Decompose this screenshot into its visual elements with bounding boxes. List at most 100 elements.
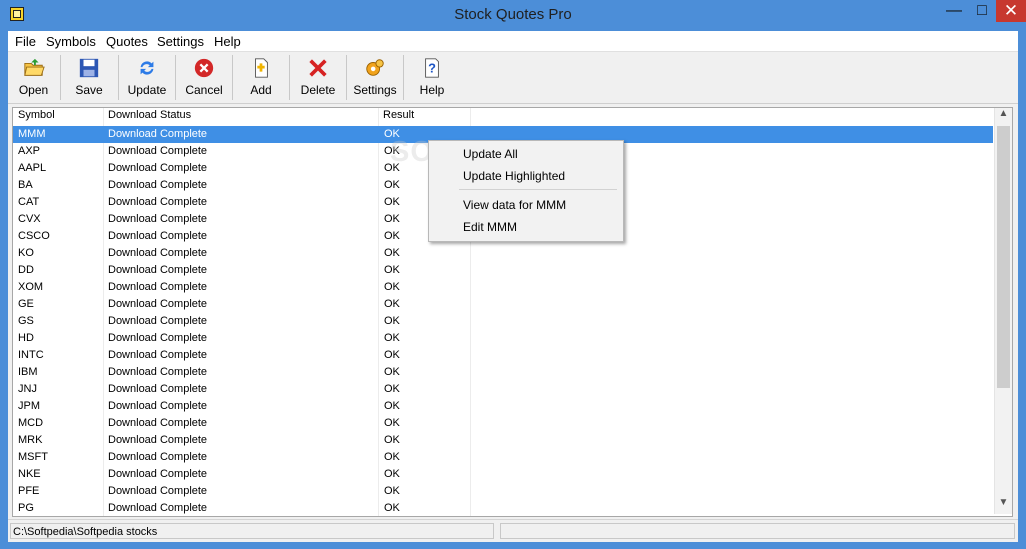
app-window: Stock Quotes Pro — □ ✕ File Symbols Quot… [0, 0, 1026, 549]
result-cell: OK [384, 400, 400, 412]
result-cell: OK [384, 485, 400, 497]
open-label: Open [18, 83, 49, 97]
table-row[interactable]: INTC Download Complete OK [13, 347, 993, 364]
table-row[interactable]: MSFT Download Complete OK [13, 449, 993, 466]
context-update-highlighted-label: Update Highlighted [463, 169, 566, 183]
context-edit-symbol-label: Edit MMM [463, 220, 517, 234]
status-cell: Download Complete [108, 179, 208, 191]
table-header: Symbol Download Status Result [13, 108, 471, 127]
minimize-button[interactable]: — [940, 0, 968, 22]
status-cell: Download Complete [108, 145, 208, 157]
symbol-cell: BA [18, 179, 33, 191]
cancel-icon [194, 58, 214, 78]
scroll-up-icon[interactable]: ▲ [995, 108, 1012, 125]
result-cell: OK [384, 264, 400, 276]
context-update-highlighted[interactable]: Update Highlighted [429, 165, 623, 187]
result-cell: OK [384, 349, 400, 361]
menu-settings[interactable]: Settings [157, 34, 204, 49]
table-row[interactable]: HD Download Complete OK [13, 330, 993, 347]
result-cell: OK [384, 366, 400, 378]
table-row[interactable]: JNJ Download Complete OK [13, 381, 993, 398]
client-area: File Symbols Quotes Settings Help Open S… [8, 31, 1018, 542]
symbol-cell: AAPL [18, 162, 47, 174]
settings-button[interactable]: Settings [347, 52, 403, 102]
result-cell: OK [384, 230, 400, 242]
symbol-cell: CAT [18, 196, 40, 208]
maximize-button[interactable]: □ [968, 0, 996, 22]
context-update-all-label: Update All [463, 147, 518, 161]
update-button[interactable]: Update [119, 52, 175, 102]
status-cell: Download Complete [108, 230, 208, 242]
result-cell: OK [384, 434, 400, 446]
symbol-cell: MRK [18, 434, 43, 446]
result-cell: OK [384, 247, 400, 259]
delete-icon [309, 59, 327, 77]
add-icon [255, 58, 268, 78]
symbol-cell: INTC [18, 349, 44, 361]
add-button[interactable]: Add [233, 52, 289, 102]
status-cell: Download Complete [108, 383, 208, 395]
table-row[interactable]: XOM Download Complete OK [13, 279, 993, 296]
context-update-all[interactable]: Update All [429, 143, 623, 165]
help-label: Help [419, 83, 445, 97]
result-cell: OK [384, 332, 400, 344]
table-row[interactable]: GS Download Complete OK [13, 313, 993, 330]
menu-symbols[interactable]: Symbols [46, 34, 96, 49]
save-button[interactable]: Save [61, 52, 117, 102]
gear-icon [366, 59, 384, 76]
svg-text:?: ? [428, 61, 436, 76]
symbol-cell: JPM [18, 400, 40, 412]
context-view-data[interactable]: View data for MMM [429, 194, 623, 216]
result-cell: OK [384, 315, 400, 327]
toolbar: Open Save Update Cancel Add Delete Setti… [8, 52, 1018, 104]
result-cell: OK [384, 383, 400, 395]
scroll-down-icon[interactable]: ▼ [995, 497, 1012, 514]
result-cell: OK [384, 281, 400, 293]
symbol-cell: PG [18, 502, 34, 514]
column-download-status[interactable]: Download Status [108, 109, 191, 125]
table-row[interactable]: NKE Download Complete OK [13, 466, 993, 483]
column-symbol[interactable]: Symbol [18, 109, 55, 125]
folder-open-icon [23, 58, 45, 76]
table-row[interactable]: IBM Download Complete OK [13, 364, 993, 381]
menu-quotes[interactable]: Quotes [106, 34, 148, 49]
settings-label: Settings [353, 83, 397, 97]
table-row[interactable]: GE Download Complete OK [13, 296, 993, 313]
table-row[interactable]: DD Download Complete OK [13, 262, 993, 279]
close-button[interactable]: ✕ [996, 0, 1026, 22]
result-cell: OK [384, 468, 400, 480]
result-cell: OK [384, 451, 400, 463]
symbol-cell: MMM [18, 128, 46, 140]
status-cell: Download Complete [108, 281, 208, 293]
table-row[interactable]: PG Download Complete OK [13, 500, 993, 516]
symbol-cell: MCD [18, 417, 44, 429]
vertical-scrollbar[interactable]: ▲ ▼ [994, 108, 1012, 514]
table-row[interactable]: KO Download Complete OK [13, 245, 993, 262]
table-row[interactable]: JPM Download Complete OK [13, 398, 993, 415]
open-button[interactable]: Open [8, 52, 59, 102]
status-cell: Download Complete [108, 162, 208, 174]
scroll-thumb[interactable] [997, 126, 1010, 388]
context-menu: Update All Update Highlighted View data … [428, 140, 624, 242]
result-cell: OK [384, 196, 400, 208]
status-cell: Download Complete [108, 400, 208, 412]
result-cell: OK [384, 298, 400, 310]
status-cell: Download Complete [108, 502, 208, 514]
symbol-cell: IBM [18, 366, 38, 378]
context-edit-symbol[interactable]: Edit MMM [429, 216, 623, 238]
symbol-cell: PFE [18, 485, 40, 497]
menu-help[interactable]: Help [214, 34, 241, 49]
column-result[interactable]: Result [383, 109, 414, 125]
table-row[interactable]: MRK Download Complete OK [13, 432, 993, 449]
cancel-button[interactable]: Cancel [176, 52, 232, 102]
delete-button[interactable]: Delete [290, 52, 346, 102]
title-bar[interactable]: Stock Quotes Pro — □ ✕ [0, 0, 1026, 31]
table-row[interactable]: PFE Download Complete OK [13, 483, 993, 500]
help-button[interactable]: ? Help [404, 52, 460, 102]
symbol-cell: CVX [18, 213, 41, 225]
table-row[interactable]: MCD Download Complete OK [13, 415, 993, 432]
symbol-cell: KO [18, 247, 34, 259]
status-panel [500, 523, 1015, 539]
menu-file[interactable]: File [15, 34, 36, 49]
result-cell: OK [384, 417, 400, 429]
